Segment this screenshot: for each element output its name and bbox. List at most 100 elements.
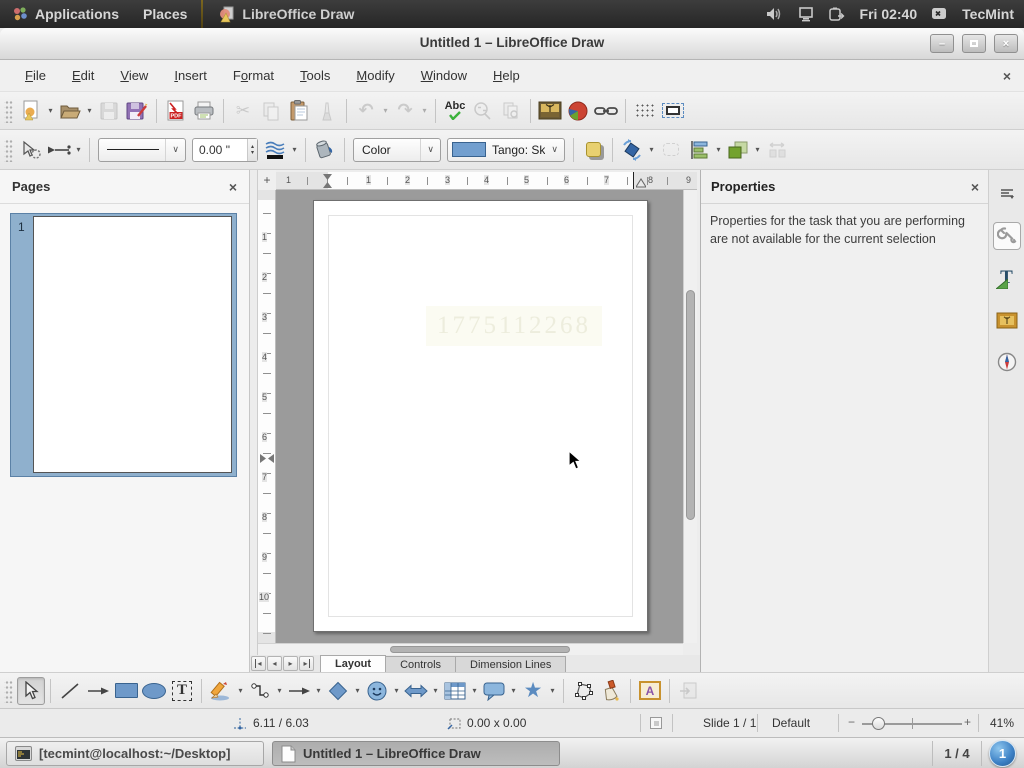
symbol-shapes-button[interactable] bbox=[363, 677, 391, 705]
deck-styles-button[interactable]: T bbox=[993, 264, 1021, 292]
taskbar-draw-window[interactable]: Untitled 1 – LibreOffice Draw bbox=[272, 741, 560, 766]
new-document-button[interactable] bbox=[17, 97, 45, 125]
table-button[interactable] bbox=[441, 677, 469, 705]
zoom-slider-knob[interactable] bbox=[872, 717, 885, 730]
curve-dropdown[interactable]: ▾ bbox=[235, 686, 246, 695]
arrange-button[interactable] bbox=[724, 136, 752, 164]
menu-edit[interactable]: Edit bbox=[59, 63, 107, 88]
line-arrow-end-button[interactable] bbox=[84, 677, 112, 705]
spelling-button[interactable]: Abc bbox=[441, 97, 469, 125]
zoom-in-icon[interactable]: + bbox=[964, 715, 971, 729]
pages-panel-close-icon[interactable]: × bbox=[229, 179, 237, 195]
line-color-button[interactable] bbox=[261, 136, 289, 164]
ellipse-tool-button[interactable] bbox=[140, 677, 168, 705]
basic-shapes-button[interactable] bbox=[324, 677, 352, 705]
page[interactable]: 1775112268 bbox=[313, 200, 648, 632]
menu-file[interactable]: File bbox=[12, 63, 59, 88]
align-objects-button[interactable] bbox=[685, 136, 713, 164]
arrange-dropdown[interactable]: ▾ bbox=[752, 145, 763, 154]
edit-points-mode-button[interactable] bbox=[17, 136, 45, 164]
area-style-button[interactable] bbox=[311, 136, 339, 164]
basic-shapes-dropdown[interactable]: ▾ bbox=[352, 686, 363, 695]
insert-image-button[interactable] bbox=[536, 97, 564, 125]
vertical-scrollbar-thumb[interactable] bbox=[686, 290, 695, 520]
line-tool-button[interactable] bbox=[56, 677, 84, 705]
print-button[interactable] bbox=[190, 97, 218, 125]
deck-navigator-button[interactable] bbox=[993, 348, 1021, 376]
shadow-button[interactable] bbox=[579, 136, 607, 164]
rectangle-tool-button[interactable] bbox=[112, 677, 140, 705]
display-grid-button[interactable] bbox=[631, 97, 659, 125]
save-as-button[interactable] bbox=[123, 97, 151, 125]
menu-modify[interactable]: Modify bbox=[343, 63, 407, 88]
menu-insert[interactable]: Insert bbox=[161, 63, 220, 88]
workspace-badge[interactable]: 1 bbox=[989, 740, 1016, 767]
lines-arrows-dropdown[interactable]: ▾ bbox=[313, 686, 324, 695]
menu-help[interactable]: Help bbox=[480, 63, 533, 88]
clock[interactable]: Fri 02:40 bbox=[860, 6, 918, 22]
lines-arrows-button[interactable] bbox=[285, 677, 313, 705]
callouts-button[interactable] bbox=[480, 677, 508, 705]
helplines-button[interactable] bbox=[659, 97, 687, 125]
edit-points-button[interactable] bbox=[569, 677, 597, 705]
deck-gallery-button[interactable] bbox=[993, 306, 1021, 334]
tab-layout[interactable]: Layout bbox=[320, 655, 386, 672]
deck-properties-button[interactable] bbox=[993, 222, 1021, 250]
workspace-pager[interactable]: 1 / 4 bbox=[932, 741, 982, 766]
glue-points-button[interactable] bbox=[597, 677, 625, 705]
select-tool-button[interactable] bbox=[17, 677, 45, 705]
toolbar-grip[interactable] bbox=[4, 679, 13, 703]
open-dropdown[interactable]: ▾ bbox=[84, 106, 95, 115]
next-page-button[interactable]: ▸ bbox=[283, 656, 298, 671]
export-pdf-button[interactable]: PDF bbox=[162, 97, 190, 125]
applications-menu[interactable]: Applications bbox=[0, 0, 131, 28]
tab-dimension-lines[interactable]: Dimension Lines bbox=[455, 656, 566, 672]
messaging-icon[interactable] bbox=[931, 7, 948, 22]
zoom-level[interactable]: 41% bbox=[990, 716, 1014, 730]
previous-page-button[interactable]: ◂ bbox=[267, 656, 282, 671]
places-menu[interactable]: Places bbox=[131, 0, 199, 28]
page-style[interactable]: Default bbox=[772, 716, 810, 730]
connector-dropdown[interactable]: ▾ bbox=[274, 686, 285, 695]
horizontal-scrollbar-thumb[interactable] bbox=[390, 646, 570, 653]
symbol-shapes-dropdown[interactable]: ▾ bbox=[391, 686, 402, 695]
vertical-ruler[interactable]: 1 2 3 4 5 6 7 8 9 10 bbox=[258, 190, 276, 643]
new-dropdown[interactable]: ▾ bbox=[45, 106, 56, 115]
line-style-select[interactable]: ∨ bbox=[98, 138, 186, 162]
first-page-button[interactable]: ◂ bbox=[251, 656, 266, 671]
close-document-button[interactable]: × bbox=[998, 66, 1016, 86]
menu-format[interactable]: Format bbox=[220, 63, 287, 88]
display-icon[interactable] bbox=[798, 7, 814, 22]
last-page-button[interactable]: ▸ bbox=[299, 656, 314, 671]
align-dropdown[interactable]: ▾ bbox=[713, 145, 724, 154]
line-width-spinner[interactable]: 0.00 "▴▾ bbox=[192, 138, 258, 162]
block-arrows-button[interactable] bbox=[402, 677, 430, 705]
sidebar-settings-button[interactable] bbox=[993, 180, 1021, 208]
zoom-out-icon[interactable]: − bbox=[848, 715, 855, 729]
paste-button[interactable] bbox=[285, 97, 313, 125]
left-margin-marker[interactable] bbox=[323, 174, 332, 188]
stars-button[interactable]: ★ bbox=[519, 677, 547, 705]
close-button[interactable]: × bbox=[994, 34, 1018, 53]
text-tool-button[interactable]: T bbox=[168, 677, 196, 705]
drawing-canvas[interactable]: 1775112268 bbox=[276, 190, 683, 643]
insert-chart-button[interactable] bbox=[564, 97, 592, 125]
rotate-dropdown[interactable]: ▾ bbox=[646, 145, 657, 154]
menu-tools[interactable]: Tools bbox=[287, 63, 343, 88]
fontwork-button[interactable]: A bbox=[636, 677, 664, 705]
line-width-spin-buttons[interactable]: ▴▾ bbox=[247, 139, 257, 161]
toolbar-grip[interactable] bbox=[4, 99, 13, 123]
table-dropdown[interactable]: ▾ bbox=[469, 686, 480, 695]
active-app-indicator[interactable]: LibreOffice Draw bbox=[205, 0, 366, 28]
line-color-dropdown[interactable]: ▾ bbox=[289, 145, 300, 154]
battery-icon[interactable] bbox=[828, 7, 846, 22]
tab-controls[interactable]: Controls bbox=[385, 656, 456, 672]
curve-tool-button[interactable] bbox=[207, 677, 235, 705]
callouts-dropdown[interactable]: ▾ bbox=[508, 686, 519, 695]
minimize-button[interactable]: – bbox=[930, 34, 954, 53]
page-thumbnail[interactable]: 1 bbox=[10, 213, 237, 477]
block-arrows-dropdown[interactable]: ▾ bbox=[430, 686, 441, 695]
rotate-button[interactable] bbox=[618, 136, 646, 164]
vertical-margin-marker[interactable] bbox=[260, 454, 274, 463]
area-style-select[interactable]: Color∨ bbox=[353, 138, 441, 162]
